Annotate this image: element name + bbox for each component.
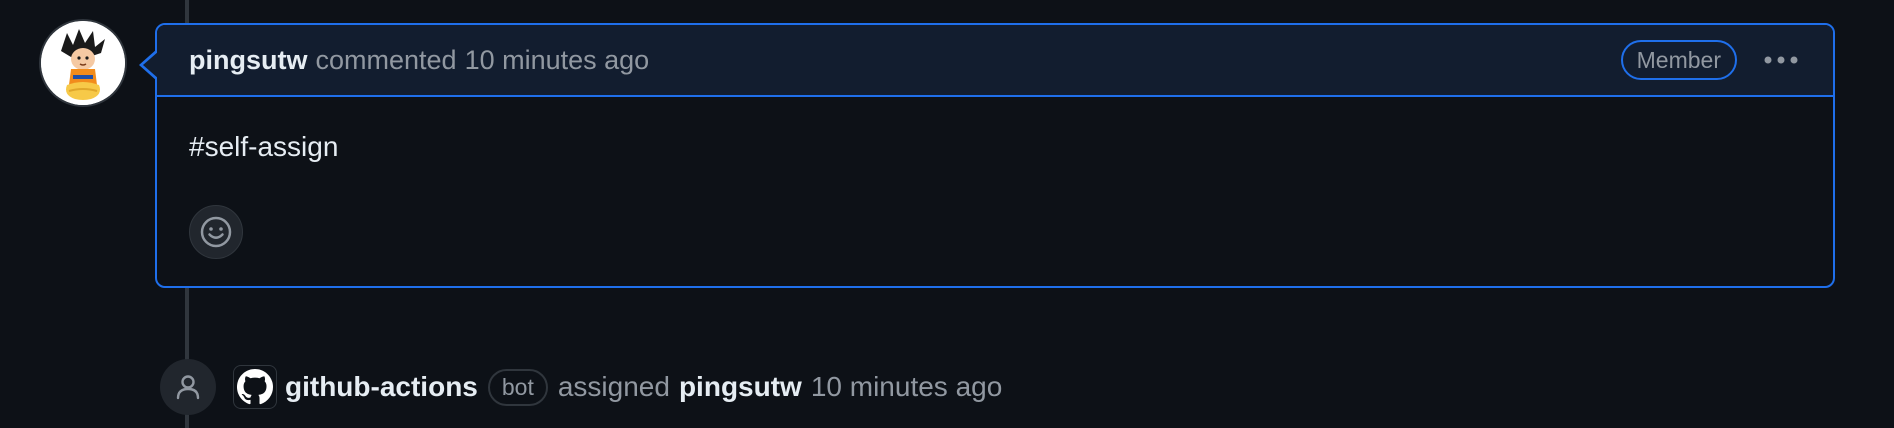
kebab-horizontal-icon	[1764, 56, 1798, 64]
comment-header-actions: Member	[1620, 40, 1803, 80]
event-timestamp-link[interactable]: 10 minutes ago	[811, 371, 1002, 403]
event-actor-link[interactable]: github-actions	[285, 371, 478, 403]
member-role-badge: Member	[1620, 40, 1737, 80]
event-action: assigned	[557, 371, 670, 402]
comment-timestamp-link[interactable]: 10 minutes ago	[465, 45, 650, 76]
comment-card: pingsutw commented 10 minutes ago Member…	[139, 23, 1835, 288]
github-mark-icon	[237, 369, 273, 405]
assignment-event: github-actions bot assigned pingsutw 10 …	[160, 359, 1002, 415]
comment-action: commented	[315, 44, 457, 75]
comment-pointer-fill	[143, 51, 159, 79]
avatar-illustration-icon	[41, 21, 125, 105]
github-actions-avatar[interactable]	[233, 365, 277, 409]
comment-author-link[interactable]: pingsutw	[189, 45, 307, 76]
issue-timeline: pingsutw commented 10 minutes ago Member…	[0, 0, 1894, 428]
bot-badge: bot	[487, 368, 548, 406]
event-assignee-link[interactable]: pingsutw	[679, 371, 802, 403]
comment-meta: pingsutw commented 10 minutes ago	[189, 45, 649, 76]
add-reaction-button[interactable]	[189, 205, 243, 259]
smiley-icon	[200, 216, 232, 248]
comment-body: #self-assign	[189, 131, 339, 162]
comment-header: pingsutw commented 10 minutes ago Member	[157, 25, 1833, 97]
person-icon	[176, 375, 200, 400]
comment-options-button[interactable]	[1759, 42, 1803, 78]
comment-author-avatar[interactable]	[41, 21, 125, 105]
event-badge	[160, 359, 216, 415]
